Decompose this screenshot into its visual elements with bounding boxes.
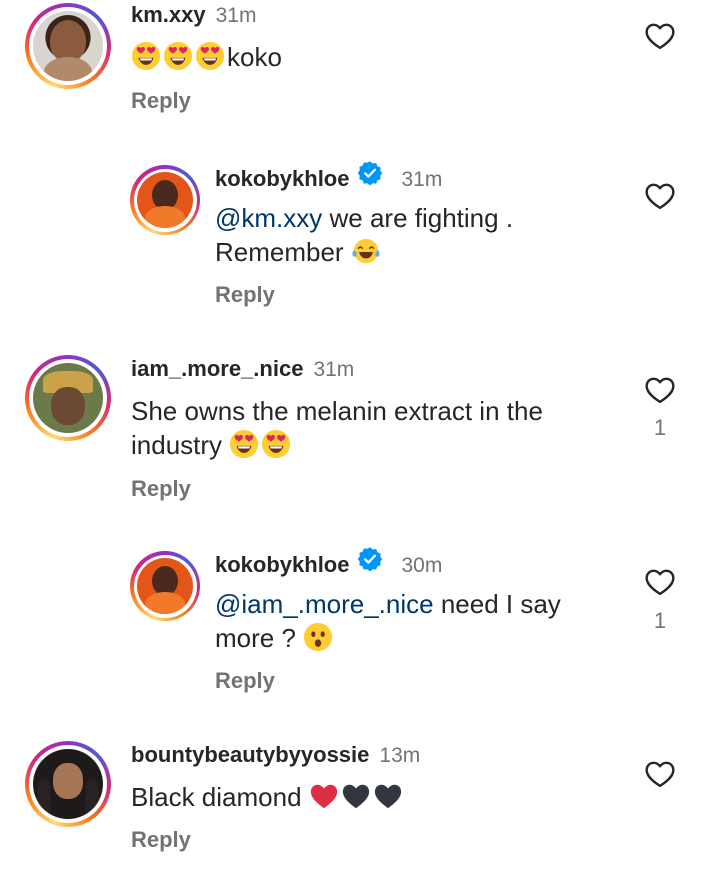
comment-text: @iam_.more_.nice need I say more ? bbox=[215, 589, 561, 653]
reply-comment-item: kokobykhloe 31m @km.xxy we are fighting … bbox=[0, 0, 719, 320]
avatar[interactable] bbox=[130, 551, 200, 621]
black-heart-emoji-icon bbox=[341, 781, 371, 811]
comment-item: bountybeautybyyossie 13m Black diamond R… bbox=[0, 738, 719, 878]
like-count: 1 bbox=[653, 608, 667, 633]
username[interactable]: bountybeautybyyossie bbox=[131, 742, 369, 768]
like-heart-icon[interactable] bbox=[643, 180, 677, 212]
timestamp: 31m bbox=[313, 358, 355, 381]
verified-badge-icon bbox=[357, 160, 383, 186]
mention-link[interactable]: @iam_.more_.nice bbox=[215, 589, 434, 619]
comment-text: Black diamond bbox=[131, 780, 405, 814]
reply-button[interactable]: Reply bbox=[215, 668, 275, 694]
reply-comment-item: kokobykhloe 30m @iam_.more_.nice need I … bbox=[0, 386, 719, 706]
astonished-emoji-icon bbox=[303, 622, 333, 652]
username[interactable]: kokobykhloe bbox=[215, 552, 349, 578]
avatar[interactable] bbox=[25, 741, 111, 827]
reply-button[interactable]: Reply bbox=[215, 282, 275, 308]
verified-badge-icon bbox=[357, 546, 383, 572]
timestamp: 31m bbox=[401, 168, 443, 191]
username[interactable]: kokobykhloe bbox=[215, 166, 349, 192]
timestamp: 13m bbox=[379, 744, 421, 767]
comment-text: @km.xxy we are fighting . Remember bbox=[215, 203, 514, 267]
red-heart-emoji-icon bbox=[309, 781, 339, 811]
tears-of-joy-emoji-icon bbox=[351, 236, 381, 266]
like-heart-icon[interactable] bbox=[643, 758, 677, 790]
black-heart-emoji-icon bbox=[373, 781, 403, 811]
reply-button[interactable]: Reply bbox=[131, 827, 191, 853]
username[interactable]: iam_.more_.nice bbox=[131, 356, 303, 382]
avatar[interactable] bbox=[130, 165, 200, 235]
like-heart-icon[interactable] bbox=[643, 566, 677, 598]
mention-link[interactable]: @km.xxy bbox=[215, 203, 322, 233]
timestamp: 30m bbox=[401, 554, 443, 577]
